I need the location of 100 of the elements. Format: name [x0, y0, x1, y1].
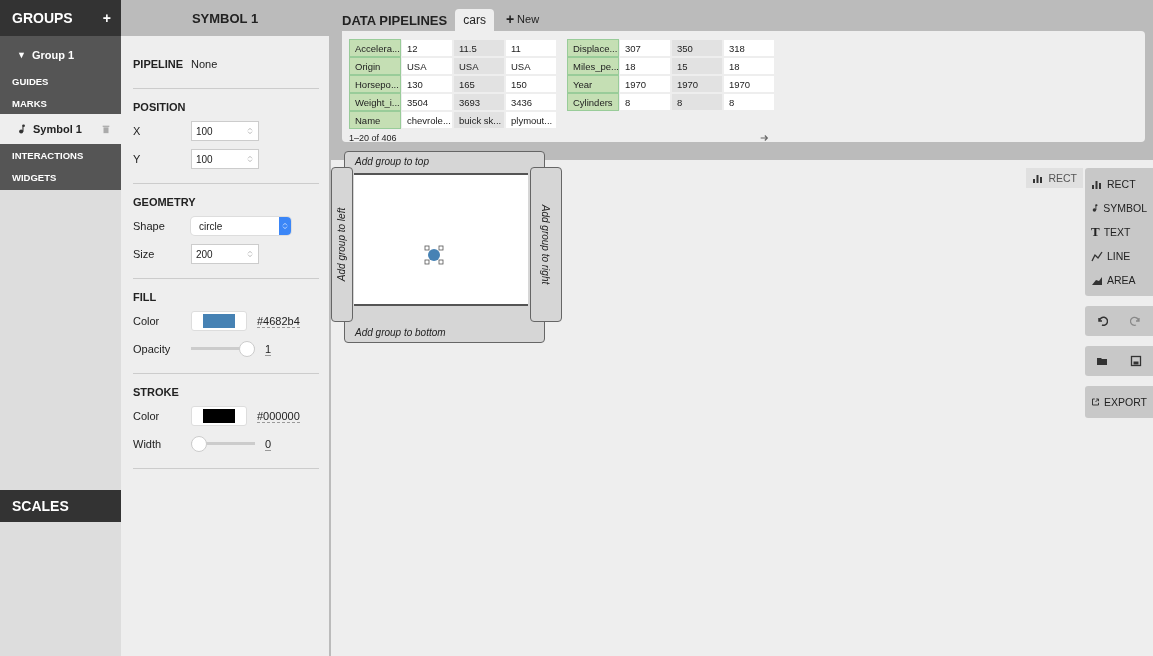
- sidebar-item[interactable]: Symbol 1: [0, 114, 121, 144]
- symbol-mark[interactable]: [424, 245, 444, 265]
- property-label: Size: [133, 248, 156, 260]
- paging-text: 1–20 of 406: [349, 133, 397, 143]
- mark-button[interactable]: SYMBOL: [1085, 196, 1153, 220]
- field-cell: Cylinders: [567, 93, 619, 111]
- music-note-icon: [1091, 202, 1100, 214]
- inspector-title: SYMBOL 1: [191, 10, 259, 26]
- slider-thumb[interactable]: [191, 436, 207, 452]
- color-value: #4682b4: [257, 314, 300, 328]
- number-field[interactable]: 100: [191, 121, 259, 141]
- sidebar-item[interactable]: MARKS: [0, 92, 121, 114]
- property-label: Color: [133, 315, 161, 327]
- table-cell: 8: [723, 93, 775, 111]
- table-cell: 8: [619, 93, 671, 111]
- field-cell: Miles_pe...: [567, 57, 619, 75]
- folder-icon: [1096, 355, 1108, 367]
- item-label: WIDGETS: [12, 171, 57, 183]
- table-cell: 1970: [671, 75, 723, 93]
- field-cell: Horsepo...: [349, 75, 401, 93]
- item-label: MARKS: [12, 97, 47, 109]
- add-group-left[interactable]: Add group to left: [331, 167, 353, 322]
- groups-title: GROUPS: [12, 10, 73, 26]
- sidebar-item[interactable]: GUIDES: [0, 70, 121, 92]
- number-field[interactable]: 100: [191, 149, 259, 169]
- pipelines-title: DATA PIPELINES: [342, 13, 448, 30]
- caret-icon: ▼: [17, 50, 26, 60]
- field-cell: Year: [567, 75, 619, 93]
- item-label: Group 1: [31, 49, 75, 61]
- table-cell: 165: [453, 75, 505, 93]
- table-cell: USA: [401, 57, 453, 75]
- undo-icon: [1096, 315, 1108, 327]
- table-cell: 12: [401, 39, 453, 57]
- text-icon: T: [1091, 224, 1100, 240]
- sidebar-item[interactable]: WIDGETS: [0, 166, 121, 188]
- slider-thumb[interactable]: [239, 341, 255, 357]
- table-cell: USA: [505, 57, 557, 75]
- mark-button[interactable]: RECT: [1085, 172, 1153, 196]
- section-title: POSITION: [133, 101, 187, 113]
- color-value: #000000: [257, 409, 300, 423]
- pipeline-tab[interactable]: cars: [455, 9, 494, 31]
- table-cell: USA: [453, 57, 505, 75]
- add-group-right[interactable]: Add group to right: [530, 167, 562, 322]
- table-cell: 3693: [453, 93, 505, 111]
- number-field[interactable]: 200: [191, 244, 259, 264]
- table-cell: 318: [723, 39, 775, 57]
- new-pipeline-button[interactable]: + New: [501, 7, 544, 31]
- table-cell: 11.5: [453, 39, 505, 57]
- mark-button[interactable]: LINE: [1085, 244, 1153, 268]
- stepper-icon: [246, 249, 254, 259]
- bar-chart-icon: [1091, 178, 1103, 190]
- table-cell: 3436: [505, 93, 557, 111]
- slider-value: 1: [265, 342, 272, 356]
- table-cell: 18: [619, 57, 671, 75]
- export-button[interactable]: EXPORT: [1085, 386, 1153, 418]
- property-label: Shape: [133, 220, 166, 232]
- property-label: Y: [133, 153, 142, 165]
- sidebar-item[interactable]: INTERACTIONS: [0, 144, 121, 166]
- table-cell: 18: [723, 57, 775, 75]
- table-cell: plymout...: [505, 111, 557, 129]
- property-label: Opacity: [133, 343, 172, 355]
- add-group-button[interactable]: +: [102, 10, 111, 26]
- stepper-icon: [246, 126, 254, 136]
- mark-button[interactable]: AREA: [1085, 268, 1153, 292]
- export-icon: [1091, 396, 1100, 408]
- save-icon: [1130, 355, 1142, 367]
- section-title: STROKE: [133, 386, 180, 398]
- field-cell: Accelera...: [349, 39, 401, 57]
- table-cell: buick sk...: [453, 111, 505, 129]
- add-group-top[interactable]: Add group to top: [355, 156, 429, 167]
- table-cell: 8: [671, 93, 723, 111]
- table-cell: 1970: [723, 75, 775, 93]
- slider-value: 0: [265, 437, 272, 451]
- item-label: GUIDES: [12, 75, 49, 87]
- music-note-icon: [17, 124, 27, 134]
- property-label: Color: [133, 410, 161, 422]
- scales-title: SCALES: [12, 498, 69, 514]
- property-label: X: [133, 125, 142, 137]
- property-label: Width: [133, 438, 163, 450]
- section-title: GEOMETRY: [133, 196, 197, 208]
- redo-icon: [1130, 315, 1142, 327]
- bar-chart-icon: [1032, 172, 1045, 184]
- table-cell: 350: [671, 39, 723, 57]
- field-cell: Displace...: [567, 39, 619, 57]
- color-swatch[interactable]: [191, 311, 247, 331]
- field-cell: Weight_i...: [349, 93, 401, 111]
- table-cell: chevrole...: [401, 111, 453, 129]
- shape-select[interactable]: circle: [191, 217, 291, 235]
- pipeline-value[interactable]: None: [191, 58, 218, 70]
- drag-preview: RECT: [1026, 168, 1083, 188]
- stepper-icon: [281, 221, 289, 231]
- add-group-bottom[interactable]: Add group to bottom: [355, 327, 446, 338]
- mark-button[interactable]: T TEXT: [1085, 220, 1153, 244]
- item-label: Symbol 1: [33, 123, 82, 135]
- field-cell: Origin: [349, 57, 401, 75]
- section-title: FILL: [133, 291, 158, 303]
- sidebar-item[interactable]: ▼ Group 1: [0, 40, 121, 70]
- stepper-icon: [246, 154, 254, 164]
- trash-icon: [101, 124, 111, 134]
- color-swatch[interactable]: [191, 406, 247, 426]
